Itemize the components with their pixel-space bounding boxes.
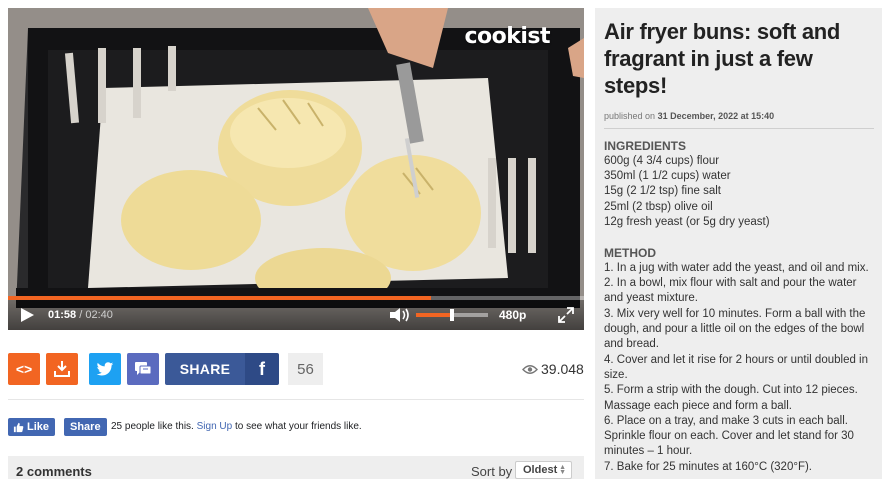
video-frame: [8, 8, 584, 330]
play-icon[interactable]: [21, 308, 34, 322]
article-title: Air fryer buns: soft and fragrant in jus…: [604, 19, 841, 98]
published-datetime: 31 December, 2022 at 15:40: [657, 111, 775, 121]
method-line: dough, and pour a little oil on the edge…: [604, 323, 865, 335]
facebook-signup-link[interactable]: Sign Up: [197, 421, 233, 432]
download-button[interactable]: [46, 353, 78, 385]
method-line: 3. Mix very well for 10 minutes. Form a …: [604, 308, 866, 320]
method-line: 5. Form a strip with the dough. Cut into…: [604, 384, 858, 396]
video-player[interactable]: cookist 01:58 / 02:40 480p: [8, 8, 584, 330]
volume-slider[interactable]: [416, 309, 488, 321]
ingredient-item: 350ml (1 1/2 cups) water: [604, 170, 731, 182]
divider: [8, 399, 584, 400]
quality-selector[interactable]: 480p: [499, 308, 526, 322]
method-line: size.: [604, 369, 628, 381]
view-count-value: 39.048: [541, 361, 584, 377]
method-line: 2. In a bowl, mix flour with salt and po…: [604, 277, 857, 289]
facebook-like-text: 25 people like this. Sign Up to see what…: [111, 421, 362, 432]
facebook-share-button[interactable]: SHARE: [165, 353, 245, 385]
published-date: published on 31 December, 2022 at 15:40: [604, 111, 774, 121]
twitter-icon: [96, 361, 114, 375]
sort-value: Oldest: [523, 464, 558, 476]
current-time: 01:58: [48, 309, 77, 321]
comments-button[interactable]: [127, 353, 159, 385]
time-separator: /: [79, 309, 83, 321]
twitter-share-button[interactable]: [89, 353, 121, 385]
ingredient-item: 600g (4 3/4 cups) flour: [604, 155, 720, 167]
comments-count: 2 comments: [16, 464, 92, 479]
ingredient-item: 15g (2 1/2 tsp) fine salt: [604, 185, 721, 197]
thumbs-up-icon: [13, 422, 24, 432]
ingredients-heading: INGREDIENTS: [604, 139, 687, 153]
facebook-share-small-button[interactable]: Share: [64, 418, 107, 436]
method-line: 6. Place on a tray, and make 3 cuts in e…: [604, 415, 848, 427]
facebook-like-button[interactable]: Like: [8, 418, 56, 436]
method-line: and yeast mixture.: [604, 292, 698, 304]
brand-logo: cookist: [464, 24, 550, 49]
method-line: 1. In a jug with water add the yeast, an…: [604, 262, 869, 274]
method-line: and bread.: [604, 338, 659, 350]
download-icon: [54, 361, 70, 377]
ingredient-item: 12g fresh yeast (or 5g dry yeast): [604, 216, 770, 228]
view-count: 39.048: [522, 361, 584, 377]
recipe-panel: Air fryer buns: soft and fragrant in jus…: [595, 8, 882, 479]
method-line: 7. Bake for 25 minutes at 160°C (320°F).: [604, 461, 812, 473]
sort-dropdown[interactable]: Oldest ▲ ▼: [515, 461, 572, 479]
published-prefix: published on: [604, 111, 656, 121]
comment-icon: [135, 362, 152, 375]
comments-header: 2 comments Sort by Oldest ▲ ▼: [8, 456, 584, 479]
method-line: minutes – 1 hour.: [604, 445, 693, 457]
embed-button[interactable]: <>: [8, 353, 40, 385]
facebook-like-count-text: 25 people like this.: [111, 421, 194, 432]
sort-arrows-icon: ▲ ▼: [559, 464, 566, 476]
sort-label: Sort by: [471, 464, 513, 479]
method-line: Massage each piece and form a ball.: [604, 400, 792, 412]
time-display: 01:58 / 02:40: [48, 309, 113, 321]
duration: 02:40: [85, 309, 113, 321]
share-count: 56: [288, 353, 323, 385]
eye-icon: [522, 364, 538, 374]
volume-knob[interactable]: [450, 309, 454, 321]
facebook-icon[interactable]: f: [245, 353, 279, 385]
method-line: Sprinkle flour on each. Cover and let st…: [604, 430, 854, 442]
page: cookist 01:58 / 02:40 480p <> SHARE f 56…: [0, 0, 890, 479]
player-controls: 01:58 / 02:40 480p: [8, 300, 584, 330]
facebook-like-label: Like: [27, 421, 50, 433]
volume-icon[interactable]: [389, 307, 411, 323]
fullscreen-icon[interactable]: [558, 307, 574, 323]
volume-fill: [416, 313, 452, 317]
method-line: 4. Cover and let it rise for 2 hours or …: [604, 354, 869, 366]
divider: [604, 128, 874, 129]
ingredient-item: 25ml (2 tbsp) olive oil: [604, 201, 713, 213]
facebook-like-suffix-text: to see what your friends like.: [234, 421, 362, 432]
method-heading: METHOD: [604, 246, 656, 260]
